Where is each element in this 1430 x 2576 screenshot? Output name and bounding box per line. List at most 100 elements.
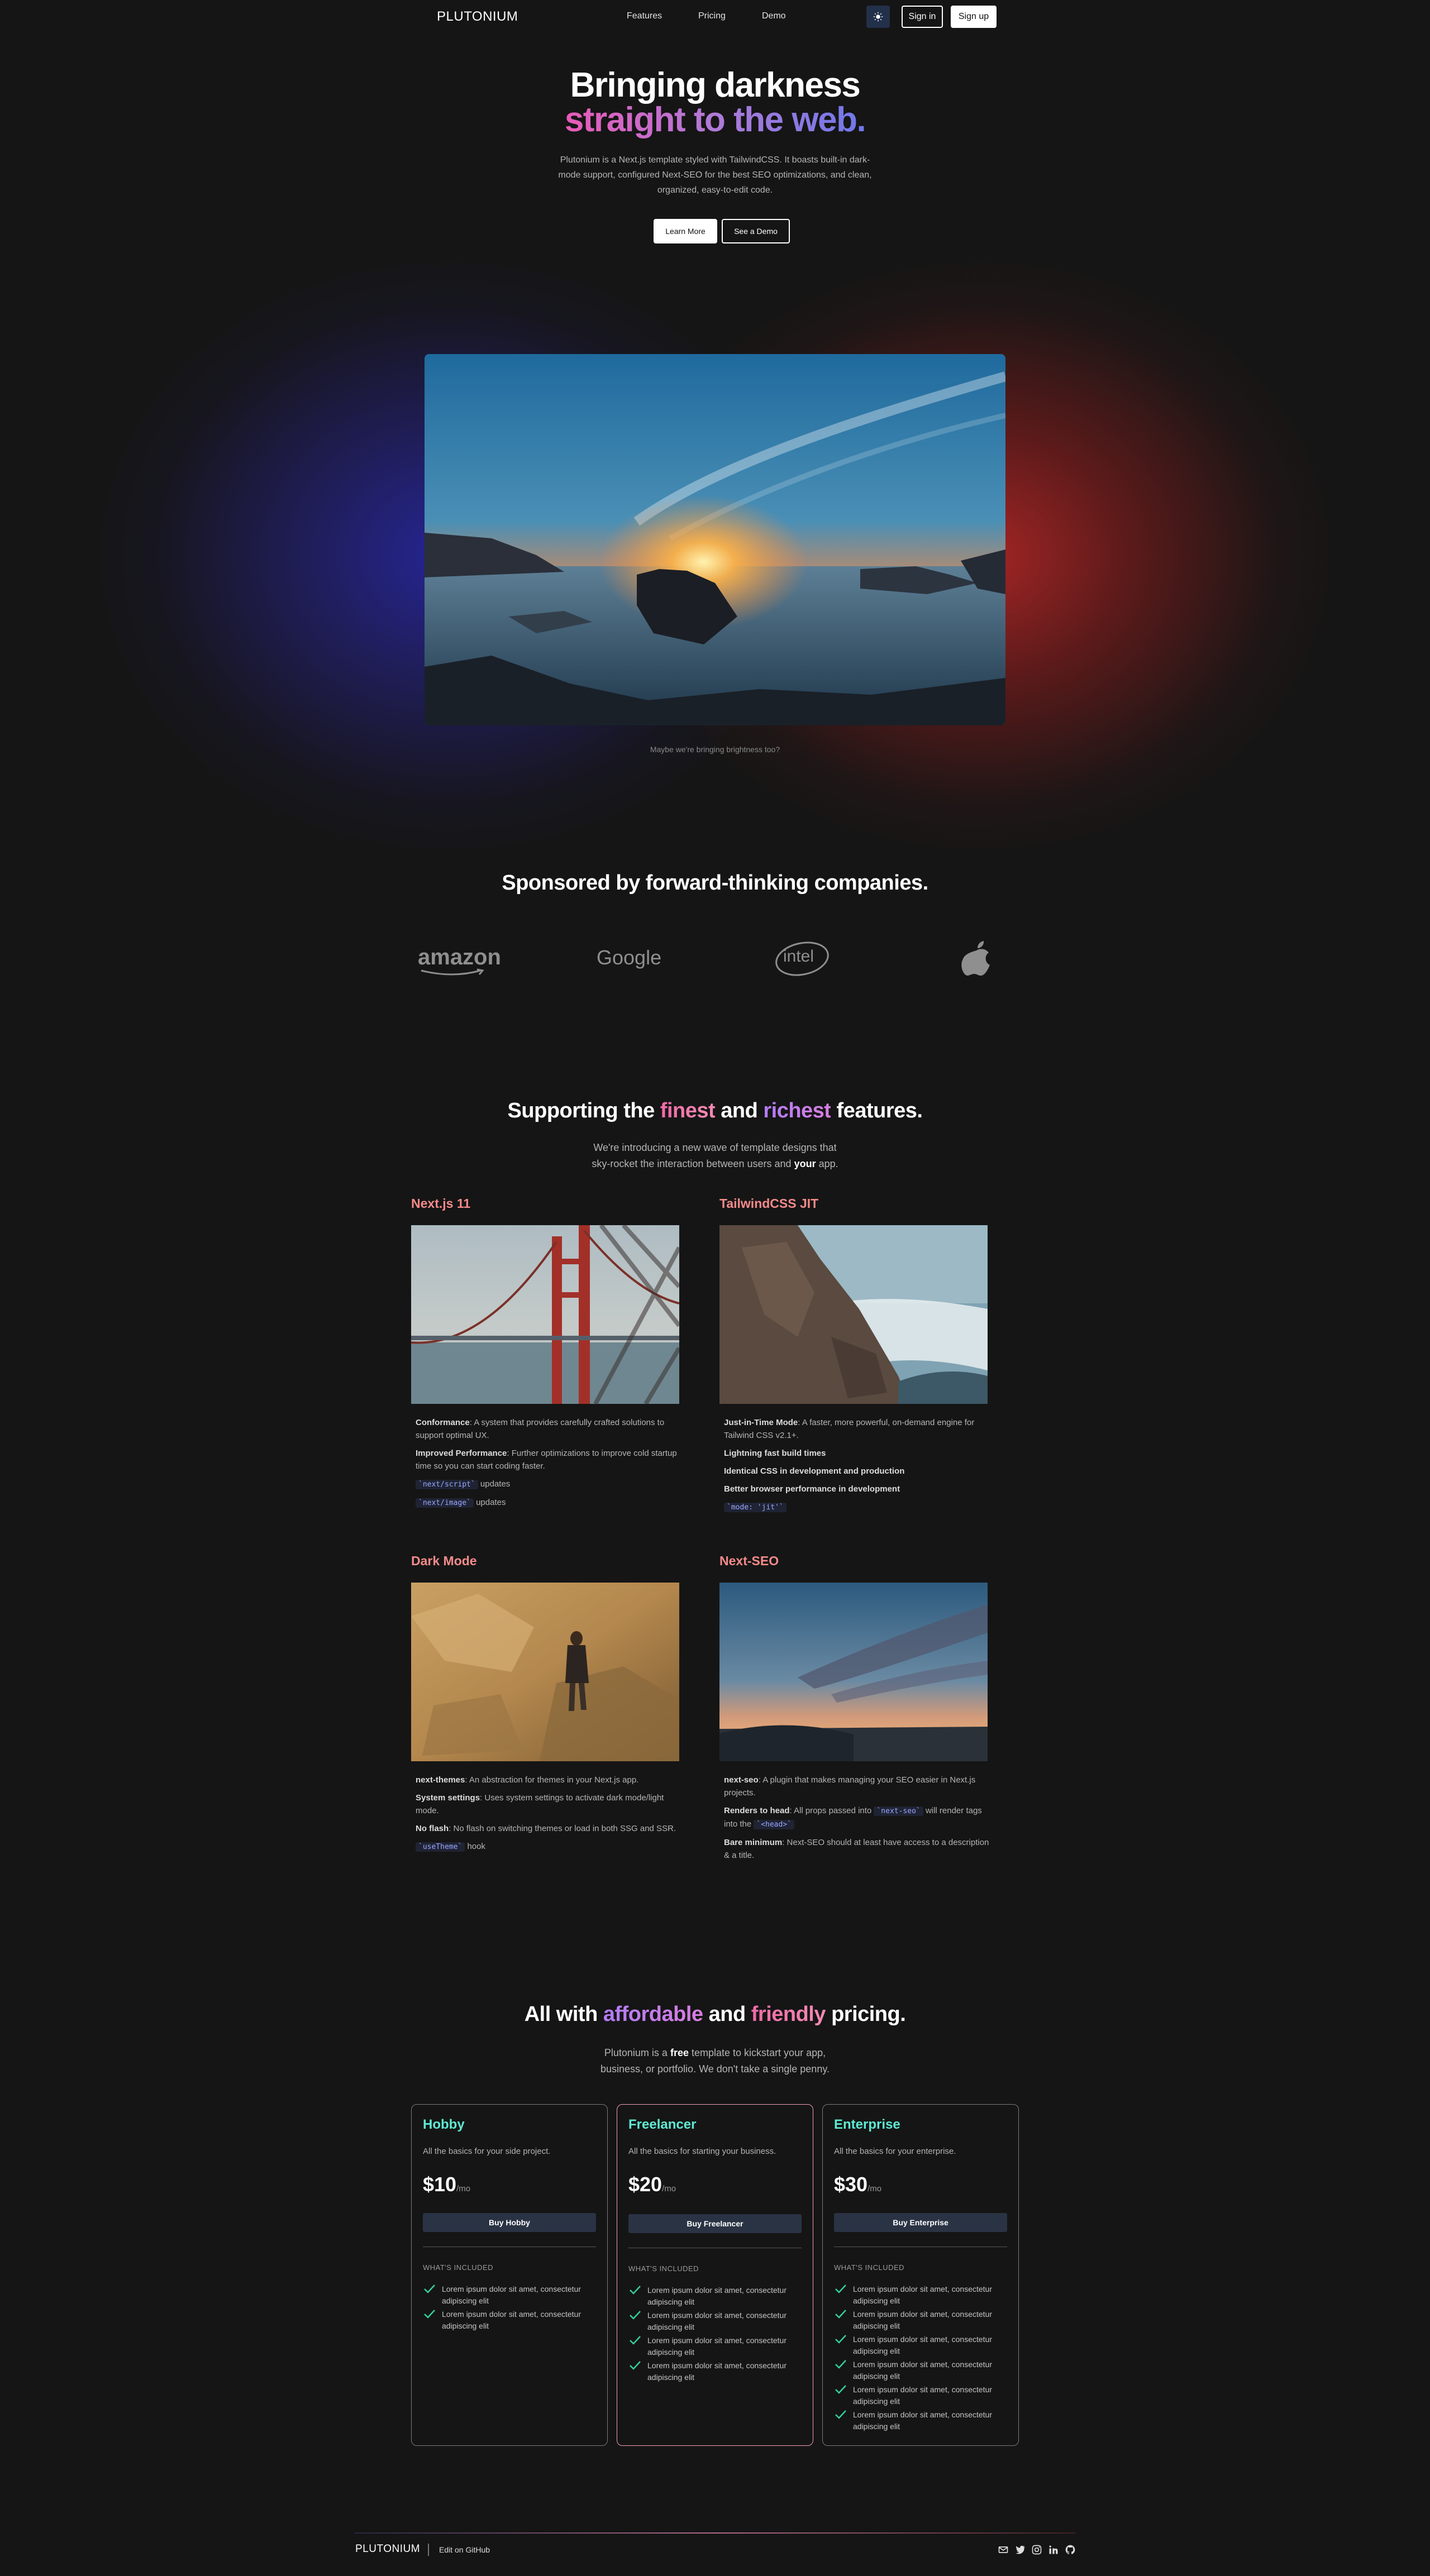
feature-item-code: `mode: 'jit'` xyxy=(724,1503,786,1512)
pricing-card-enterprise: Enterprise All the basics for your enterp… xyxy=(822,2104,1019,2446)
hero-sunset-image xyxy=(425,354,1005,725)
buy-plan-button[interactable]: Buy Freelancer xyxy=(628,2214,802,2233)
nav-link-demo[interactable]: Demo xyxy=(762,11,786,21)
intel-logo: intel xyxy=(774,939,830,978)
feature-item-bold: Identical CSS in development and product… xyxy=(724,1466,905,1476)
github-icon[interactable] xyxy=(1065,2544,1076,2555)
sun-icon xyxy=(873,12,883,22)
linkedin-icon[interactable] xyxy=(1048,2544,1059,2555)
feature-item-bold: No flash xyxy=(416,1824,449,1833)
pricing-card-freelancer: Freelancer All the basics for starting yo… xyxy=(617,2104,813,2446)
pricing-sub-pre: Plutonium is a xyxy=(604,2047,668,2058)
plan-feature-text: Lorem ipsum dolor sit amet, consectetur … xyxy=(853,2410,992,2431)
feature-item: Identical CSS in development and product… xyxy=(724,1465,992,1478)
feature-item-text: : An abstraction for themes in your Next… xyxy=(465,1775,639,1785)
feature-item-bold: Better browser performance in developmen… xyxy=(724,1484,900,1494)
plan-feature-item: Lorem ipsum dolor sit amet, consectetur … xyxy=(628,2310,807,2333)
pricing-subtitle-line1: Plutonium is a free template to kickstar… xyxy=(0,2045,1430,2061)
feature-title-darkmode: Dark Mode xyxy=(411,1554,477,1568)
check-icon xyxy=(835,2310,846,2319)
footer-brand[interactable]: PLUTONIUM xyxy=(355,2543,420,2555)
plan-feature-text: Lorem ipsum dolor sit amet, consectetur … xyxy=(853,2310,992,2330)
plan-feature-item: Lorem ipsum dolor sit amet, consectetur … xyxy=(834,2309,1013,2332)
feature-image-dusk-clouds xyxy=(719,1583,988,1761)
feature-item-bold: Improved Performance xyxy=(416,1449,507,1458)
feature-item-bold: System settings xyxy=(416,1793,480,1803)
features-title-pre: Supporting the xyxy=(507,1099,655,1122)
plan-feature-item: Lorem ipsum dolor sit amet, consectetur … xyxy=(423,2283,602,2307)
edit-on-github-link[interactable]: Edit on GitHub xyxy=(439,2545,490,2554)
feature-item-bold: Lightning fast build times xyxy=(724,1449,826,1458)
pricing-subtitle: Plutonium is a free template to kickstar… xyxy=(0,2045,1430,2077)
hero-caption: Maybe we're bringing brightness too? xyxy=(650,745,780,754)
hero-title-line1: Bringing darkness xyxy=(570,66,861,104)
sign-up-button[interactable]: Sign up xyxy=(951,6,997,28)
features-subtitle-line1: We're introducing a new wave of template… xyxy=(593,1142,837,1153)
check-icon xyxy=(835,2285,846,2293)
feature-item: next-themes: An abstraction for themes i… xyxy=(416,1774,684,1786)
top-navbar: PLUTONIUM Features Pricing Demo Sign in … xyxy=(0,0,1430,35)
plan-price: $10/mo xyxy=(423,2173,470,2196)
feature-list-nextseo: next-seo: A plugin that makes managing y… xyxy=(724,1774,992,1867)
feature-item-text: : No flash on switching themes or load i… xyxy=(449,1824,676,1833)
theme-toggle-button[interactable] xyxy=(866,6,890,28)
plan-price-period: /mo xyxy=(662,2184,676,2193)
feature-item: Renders to head: All props passed into `… xyxy=(724,1804,992,1831)
feature-image-coast-rocks xyxy=(719,1225,988,1404)
feature-item: Just-in-Time Mode: A faster, more powerf… xyxy=(724,1416,992,1442)
plan-feature-text: Lorem ipsum dolor sit amet, consectetur … xyxy=(647,2336,786,2357)
plan-description: All the basics for your enterprise. xyxy=(834,2147,956,2156)
sponsors-title: Sponsored by forward-thinking companies. xyxy=(502,871,928,895)
amazon-logo: amazon xyxy=(418,945,501,976)
feature-item-text: hook xyxy=(465,1842,485,1851)
plan-price-value: $10 xyxy=(423,2173,457,2196)
twitter-icon[interactable] xyxy=(1014,2544,1026,2555)
feature-item: `useTheme` hook xyxy=(416,1840,684,1853)
plan-feature-item: Lorem ipsum dolor sit amet, consectetur … xyxy=(423,2309,602,2332)
footer-separator xyxy=(428,2544,429,2556)
google-logo: Google xyxy=(597,946,662,969)
feature-item: next-seo: A plugin that makes managing y… xyxy=(724,1774,992,1799)
features-title-and: and xyxy=(721,1099,758,1122)
buy-plan-button[interactable]: Buy Hobby xyxy=(423,2213,596,2232)
pricing-sub-bold: free xyxy=(670,2047,689,2058)
feature-item-text: : All props passed into xyxy=(789,1806,874,1815)
check-icon xyxy=(424,2310,435,2319)
instagram-icon[interactable] xyxy=(1031,2544,1042,2555)
check-icon xyxy=(630,2311,641,2320)
brand-logo[interactable]: PLUTONIUM xyxy=(437,9,518,25)
feature-image-hiker-rocks xyxy=(411,1583,679,1761)
features-title-post: features. xyxy=(836,1099,923,1122)
plan-price: $20/mo xyxy=(628,2173,676,2196)
check-icon xyxy=(630,2336,641,2345)
feature-item: No flash: No flash on switching themes o… xyxy=(416,1822,684,1835)
footer-divider xyxy=(355,2532,1075,2534)
plan-price-value: $30 xyxy=(834,2173,868,2196)
plan-price-period: /mo xyxy=(867,2184,882,2193)
buy-plan-button[interactable]: Buy Enterprise xyxy=(834,2213,1007,2232)
feature-item: System settings: Uses system settings to… xyxy=(416,1791,684,1817)
feature-item-code: `next/script` xyxy=(416,1480,478,1489)
see-demo-button[interactable]: See a Demo xyxy=(722,219,790,243)
plan-description: All the basics for starting your busines… xyxy=(628,2147,776,2156)
plan-feature-item: Lorem ipsum dolor sit amet, consectetur … xyxy=(628,2285,807,2308)
mail-icon[interactable] xyxy=(998,2544,1009,2555)
features-title-finest: finest xyxy=(660,1099,716,1122)
feature-list-darkmode: next-themes: An abstraction for themes i… xyxy=(416,1774,684,1858)
plan-description: All the basics for your side project. xyxy=(423,2147,551,2156)
plan-feature-text: Lorem ipsum dolor sit amet, consectetur … xyxy=(647,2286,786,2306)
whats-included-label: WHAT'S INCLUDED xyxy=(628,2264,699,2273)
plan-feature-text: Lorem ipsum dolor sit amet, consectetur … xyxy=(853,2360,992,2381)
feature-title-nextjs: Next.js 11 xyxy=(411,1196,471,1211)
feature-item-code: `next-seo` xyxy=(874,1806,923,1816)
nav-link-pricing[interactable]: Pricing xyxy=(698,11,726,21)
feature-item: Bare minimum: Next-SEO should at least h… xyxy=(724,1836,992,1862)
feature-item: Improved Performance: Further optimizati… xyxy=(416,1447,684,1473)
feature-item: Lightning fast build times xyxy=(724,1447,992,1460)
pricing-title-pre: All with xyxy=(524,2003,598,2026)
feature-image-golden-gate xyxy=(411,1225,679,1404)
learn-more-button[interactable]: Learn More xyxy=(654,219,717,243)
sign-in-button[interactable]: Sign in xyxy=(902,6,943,28)
nav-link-features[interactable]: Features xyxy=(627,11,662,21)
sub-line2-bold: your xyxy=(794,1158,816,1169)
